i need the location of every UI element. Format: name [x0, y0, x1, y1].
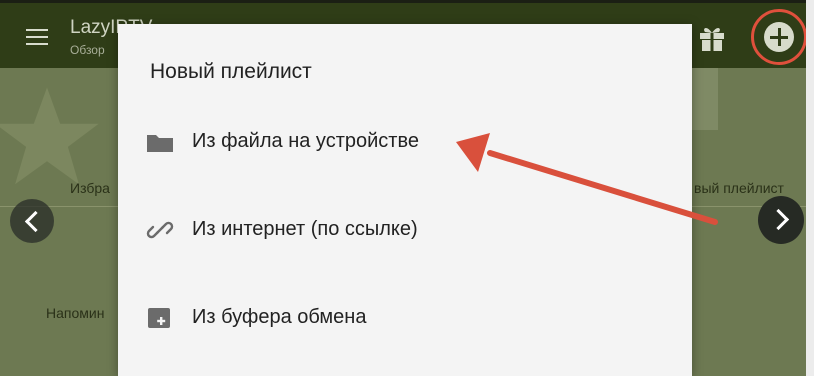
- screen-edge: [806, 0, 814, 376]
- menu-item-from-url[interactable]: Из интернет (по ссылке): [118, 198, 692, 262]
- new-playlist-dialog: Новый плейлист Из файла на устройстве Из…: [118, 24, 692, 376]
- hamburger-menu-icon[interactable]: [26, 29, 48, 45]
- chevron-left-icon: [24, 210, 47, 233]
- highlight-circle: [751, 9, 806, 65]
- link-icon: [146, 221, 174, 239]
- dialog-title: Новый плейлист: [150, 60, 312, 83]
- menu-item-from-clipboard[interactable]: Из буфера обмена: [118, 286, 692, 350]
- tile-new-playlist-label[interactable]: вый плейлист: [694, 180, 784, 196]
- add-playlist-button[interactable]: [764, 22, 794, 52]
- chevron-right-icon: [767, 208, 790, 231]
- scroll-left-button[interactable]: [10, 199, 54, 243]
- clipboard-icon: [148, 308, 170, 328]
- app-screen: LazyIPTV Обзор Избра Напомин вый плейлис…: [0, 0, 806, 376]
- gift-icon[interactable]: [697, 23, 727, 53]
- scroll-right-button[interactable]: [758, 196, 804, 244]
- menu-item-from-file[interactable]: Из файла на устройстве: [118, 110, 692, 174]
- star-icon: [0, 87, 99, 185]
- tile-favorites-label[interactable]: Избра: [70, 180, 110, 196]
- folder-icon: [147, 135, 173, 152]
- tile-reminders-label[interactable]: Напомин: [46, 305, 104, 321]
- app-subtitle: Обзор: [70, 43, 105, 57]
- menu-item-label: Из файла на устройстве: [192, 130, 419, 152]
- menu-item-label: Из интернет (по ссылке): [192, 218, 418, 240]
- menu-item-label: Из буфера обмена: [192, 306, 367, 328]
